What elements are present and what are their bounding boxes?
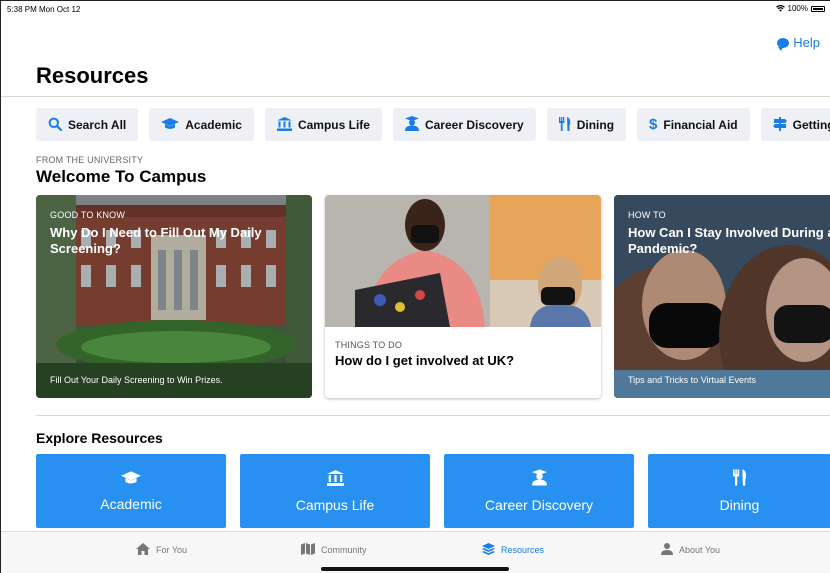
help-button[interactable]: Help	[777, 35, 820, 51]
home-indicator[interactable]	[321, 567, 509, 571]
tile-label: Dining	[719, 497, 760, 513]
article-card-screening[interactable]: GOOD TO KNOW Why Do I Need to Fill Out M…	[36, 195, 312, 398]
card-headline: How do I get involved at UK?	[335, 353, 515, 368]
pill-label: Search All	[68, 117, 127, 132]
pill-campus-life[interactable]: Campus Life	[264, 108, 382, 141]
search-icon	[48, 117, 63, 133]
section-kicker: FROM THE UNIVERSITY	[36, 155, 144, 165]
card-footer: Tips and Tricks to Virtual Events	[628, 375, 757, 385]
utensils-icon	[732, 469, 747, 489]
dollar-icon: $	[649, 116, 658, 133]
university-icon	[326, 469, 344, 489]
tab-community[interactable]: Community	[301, 543, 367, 557]
article-card-get-involved[interactable]: THINGS TO DO How do I get involved at UK…	[325, 195, 601, 398]
card-kicker: HOW TO	[628, 210, 666, 220]
wifi-icon	[775, 5, 785, 12]
battery-icon	[811, 5, 825, 12]
tab-for-you[interactable]: For You	[136, 543, 187, 557]
pill-dining[interactable]: Dining	[546, 108, 627, 141]
pill-label: Getting Aro	[792, 117, 830, 132]
graduation-cap-icon	[121, 470, 141, 488]
tab-label: About You	[679, 545, 721, 555]
tab-label: Community	[321, 545, 367, 555]
tile-career-discovery[interactable]: Career Discovery	[444, 454, 634, 528]
section-title: Welcome To Campus	[36, 167, 207, 186]
status-bar: 5:38 PM Mon Oct 12 100%	[1, 1, 830, 17]
signpost-icon	[772, 116, 787, 133]
student-laptop-image	[325, 195, 601, 327]
card-kicker: GOOD TO KNOW	[50, 210, 126, 220]
tab-resources[interactable]: Resources	[482, 543, 544, 557]
tab-about-you[interactable]: About You	[661, 543, 720, 557]
tile-label: Academic	[100, 495, 162, 512]
user-graduate-icon	[404, 116, 419, 133]
card-kicker: THINGS TO DO	[335, 340, 403, 350]
user-graduate-icon	[531, 469, 547, 489]
pill-label: Career Discovery	[424, 117, 524, 132]
category-pills: Search All Academic Campus Life Career D…	[36, 108, 830, 141]
pill-academic[interactable]: Academic	[149, 108, 254, 141]
ipad-screen: 5:38 PM Mon Oct 12 100% Help Resources S…	[0, 0, 830, 573]
tile-campus-life[interactable]: Campus Life	[240, 454, 430, 528]
explore-title: Explore Resources	[36, 430, 163, 446]
article-card-pandemic[interactable]: HOW TO How Can I Stay Involved During a …	[614, 195, 830, 398]
pill-label: Academic	[185, 117, 242, 132]
tile-label: Career Discovery	[484, 497, 594, 513]
section-divider	[36, 415, 830, 416]
pill-financial-aid[interactable]: $ Financial Aid	[637, 108, 750, 141]
tab-label: Resources	[501, 545, 545, 555]
graduation-cap-icon	[161, 117, 180, 132]
card-headline: Why Do I Need to Fill Out My Daily Scree…	[50, 225, 262, 256]
utensils-icon	[558, 116, 571, 133]
chat-bubble-icon	[777, 37, 790, 51]
status-time: 5:38 PM Mon Oct 12	[7, 5, 81, 14]
layers-icon	[482, 543, 495, 557]
header-divider	[1, 96, 830, 97]
tile-academic[interactable]: Academic	[36, 454, 226, 528]
pill-career-discovery[interactable]: Career Discovery	[392, 108, 536, 141]
card-headline: How Can I Stay Involved During a Pandemi…	[628, 225, 830, 256]
status-right: 100%	[775, 4, 825, 13]
pill-label: Campus Life	[297, 117, 370, 132]
battery-percent: 100%	[787, 4, 808, 13]
map-icon	[301, 543, 315, 557]
tile-dining[interactable]: Dining	[648, 454, 830, 528]
tab-label: For You	[156, 545, 188, 555]
pill-label: Dining	[576, 117, 615, 132]
home-icon	[136, 543, 150, 557]
pill-label: Financial Aid	[663, 117, 738, 132]
pill-search-all[interactable]: Search All	[36, 108, 139, 141]
university-icon	[276, 116, 292, 133]
card-footer: Fill Out Your Daily Screening to Win Pri…	[50, 375, 223, 385]
person-icon	[661, 543, 673, 557]
pill-getting-around[interactable]: Getting Aro	[760, 108, 830, 141]
page-title: Resources	[36, 63, 149, 88]
tile-label: Campus Life	[295, 496, 375, 513]
help-label: Help	[793, 35, 820, 50]
